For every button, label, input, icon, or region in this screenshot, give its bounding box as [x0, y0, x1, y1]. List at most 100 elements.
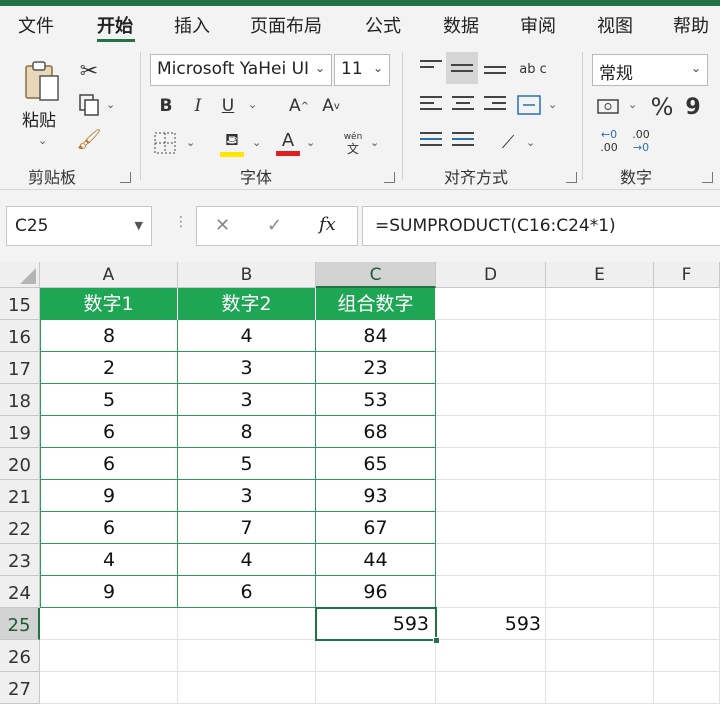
- font-name-select[interactable]: Microsoft YaHei UI ⌄: [150, 54, 332, 86]
- tab-help[interactable]: 帮助: [673, 12, 709, 38]
- phonetic-guide-button[interactable]: wén 文: [338, 128, 368, 158]
- cell-f17[interactable]: [654, 352, 720, 384]
- name-box[interactable]: C25 ▼: [6, 206, 152, 246]
- cell-b27[interactable]: [178, 672, 316, 704]
- align-center-icon[interactable]: [452, 96, 474, 114]
- cell-e27[interactable]: [546, 672, 654, 704]
- cell-d25[interactable]: 593: [436, 608, 546, 640]
- copy-button[interactable]: [76, 92, 102, 118]
- cell-c15[interactable]: 组合数字: [316, 288, 436, 320]
- formula-input[interactable]: =SUMPRODUCT(C16:C24*1): [362, 206, 720, 246]
- cell-b18[interactable]: 3: [178, 384, 316, 416]
- cell-e17[interactable]: [546, 352, 654, 384]
- alignment-launcher-icon[interactable]: [566, 172, 577, 183]
- cell-e19[interactable]: [546, 416, 654, 448]
- font-color-dropdown-icon[interactable]: ⌄: [306, 136, 315, 149]
- enter-icon[interactable]: ✓: [267, 215, 282, 236]
- decrease-indent-icon[interactable]: [420, 132, 442, 150]
- cell-e24[interactable]: [546, 576, 654, 608]
- fill-color-dropdown-icon[interactable]: ⌄: [252, 136, 261, 149]
- cell-f19[interactable]: [654, 416, 720, 448]
- cell-b23[interactable]: 4: [178, 544, 316, 576]
- align-left-icon[interactable]: [420, 96, 442, 114]
- cell-d16[interactable]: [436, 320, 546, 352]
- tab-file[interactable]: 文件: [18, 12, 54, 38]
- cut-button[interactable]: ✂: [76, 58, 102, 84]
- font-size-select[interactable]: 11 ⌄: [334, 54, 390, 86]
- row-header-19[interactable]: 19: [0, 416, 40, 448]
- cell-a17[interactable]: 2: [40, 352, 178, 384]
- tab-insert[interactable]: 插入: [174, 12, 210, 38]
- cell-e23[interactable]: [546, 544, 654, 576]
- clipboard-launcher-icon[interactable]: [120, 172, 131, 183]
- font-launcher-icon[interactable]: [384, 172, 395, 183]
- cell-f27[interactable]: [654, 672, 720, 704]
- cell-c19[interactable]: 68: [316, 416, 436, 448]
- cell-f20[interactable]: [654, 448, 720, 480]
- cell-b15[interactable]: 数字2: [178, 288, 316, 320]
- cell-b17[interactable]: 3: [178, 352, 316, 384]
- cell-b26[interactable]: [178, 640, 316, 672]
- cell-f16[interactable]: [654, 320, 720, 352]
- column-header-b[interactable]: B: [178, 262, 316, 288]
- cell-d21[interactable]: [436, 480, 546, 512]
- percent-style-button[interactable]: %: [648, 92, 676, 122]
- cell-b21[interactable]: 3: [178, 480, 316, 512]
- cell-b25[interactable]: [178, 608, 316, 640]
- align-bottom-icon[interactable]: [484, 66, 506, 78]
- cell-e16[interactable]: [546, 320, 654, 352]
- paste-dropdown-icon[interactable]: ⌄: [38, 134, 47, 147]
- column-header-d[interactable]: D: [436, 262, 546, 288]
- cell-f23[interactable]: [654, 544, 720, 576]
- cell-f15[interactable]: [654, 288, 720, 320]
- cell-d26[interactable]: [436, 640, 546, 672]
- cell-c17[interactable]: 23: [316, 352, 436, 384]
- cell-f26[interactable]: [654, 640, 720, 672]
- align-right-icon[interactable]: [484, 96, 506, 114]
- tab-page-layout[interactable]: 页面布局: [250, 12, 322, 38]
- font-color-button[interactable]: A: [274, 128, 302, 158]
- cell-c24[interactable]: 96: [316, 576, 436, 608]
- align-top-icon[interactable]: [420, 60, 442, 72]
- merge-dropdown-icon[interactable]: ⌄: [548, 98, 557, 111]
- row-header-27[interactable]: 27: [0, 672, 40, 704]
- row-header-21[interactable]: 21: [0, 480, 40, 512]
- tab-data[interactable]: 数据: [443, 12, 479, 38]
- cell-c27[interactable]: [316, 672, 436, 704]
- cell-a25[interactable]: [40, 608, 178, 640]
- cell-a20[interactable]: 6: [40, 448, 178, 480]
- italic-button[interactable]: I: [186, 94, 210, 118]
- cell-e18[interactable]: [546, 384, 654, 416]
- insert-function-icon[interactable]: fx: [319, 214, 336, 235]
- accounting-format-button[interactable]: [596, 94, 622, 120]
- number-launcher-icon[interactable]: [702, 172, 713, 183]
- cell-a19[interactable]: 6: [40, 416, 178, 448]
- cell-c26[interactable]: [316, 640, 436, 672]
- cell-c16[interactable]: 84: [316, 320, 436, 352]
- cell-d20[interactable]: [436, 448, 546, 480]
- cell-c21[interactable]: 93: [316, 480, 436, 512]
- cell-d27[interactable]: [436, 672, 546, 704]
- align-middle-button[interactable]: [446, 52, 478, 84]
- cell-a21[interactable]: 9: [40, 480, 178, 512]
- paste-button[interactable]: [18, 56, 66, 106]
- column-header-e[interactable]: E: [546, 262, 654, 288]
- cell-c23[interactable]: 44: [316, 544, 436, 576]
- copy-dropdown-icon[interactable]: ⌄: [106, 98, 115, 111]
- more-options-icon[interactable]: ⋮: [174, 214, 188, 230]
- phonetic-dropdown-icon[interactable]: ⌄: [370, 136, 379, 149]
- cell-d23[interactable]: [436, 544, 546, 576]
- increase-indent-icon[interactable]: [452, 132, 474, 150]
- select-all-corner[interactable]: [0, 262, 40, 288]
- underline-button[interactable]: U: [216, 94, 240, 118]
- decrease-decimal-button[interactable]: .00 →0: [628, 126, 654, 156]
- cell-b22[interactable]: 7: [178, 512, 316, 544]
- row-header-20[interactable]: 20: [0, 448, 40, 480]
- cell-e21[interactable]: [546, 480, 654, 512]
- cell-a26[interactable]: [40, 640, 178, 672]
- cell-a27[interactable]: [40, 672, 178, 704]
- orientation-dropdown-icon[interactable]: ⌄: [526, 136, 535, 149]
- bold-button[interactable]: B: [154, 94, 178, 118]
- row-header-15[interactable]: 15: [0, 288, 40, 320]
- cell-d18[interactable]: [436, 384, 546, 416]
